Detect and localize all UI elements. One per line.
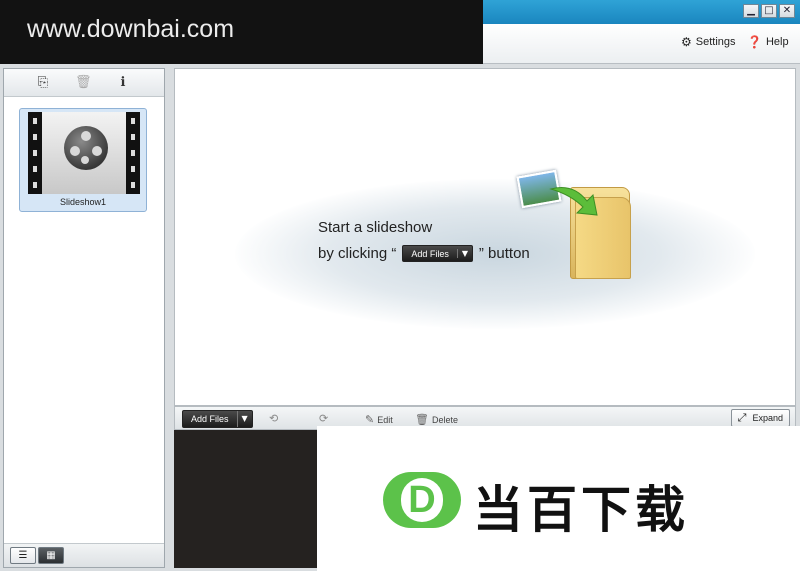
delete-label: Delete	[431, 414, 458, 425]
pencil-icon: ✎	[365, 413, 375, 426]
watermark-logo-panel: D 当百下载	[317, 426, 800, 571]
maximize-button[interactable]: □	[761, 4, 777, 18]
slideshow-item-label: Slideshow1	[59, 197, 107, 207]
hint-line-1: Start a slideshow	[318, 219, 433, 236]
trash-icon[interactable]: 🗑	[75, 75, 92, 91]
list-view-button[interactable]: ☰	[10, 547, 36, 564]
watermark-banner: www.downbai.com	[0, 0, 483, 64]
filestrip-area	[174, 430, 317, 568]
view-toggle-bar: ☰ ▦	[4, 543, 164, 567]
slideshow-item[interactable]: Slideshow1	[19, 108, 147, 212]
add-files-label: Add Files	[191, 414, 229, 424]
info-icon[interactable]: ℹ	[115, 75, 131, 91]
settings-button[interactable]: ⚙ Settings	[681, 35, 736, 49]
rotate-left-icon[interactable]: ⟲	[269, 412, 278, 425]
edit-button[interactable]: ✎ Edit	[365, 413, 393, 426]
hint-add-files-label: Add Files	[411, 248, 449, 259]
slideshow-list-toolbar: ⎘ 🗑 ℹ	[4, 69, 164, 97]
gear-icon: ⚙	[681, 35, 692, 49]
expand-button[interactable]: ⤢ Expand	[730, 409, 790, 427]
expand-label: Expand	[752, 413, 783, 423]
new-slideshow-icon[interactable]: ⎘	[35, 75, 51, 91]
help-button[interactable]: ❓ Help	[747, 35, 789, 49]
rotate-right-icon[interactable]: ⟳	[319, 412, 328, 425]
hint-line-2: by clicking “ Add Files ▼ ” button	[318, 245, 530, 262]
add-files-button[interactable]: Add Files ▼	[182, 410, 253, 428]
add-files-dropdown[interactable]: ▼	[236, 411, 252, 427]
settings-label: Settings	[695, 36, 736, 48]
minimize-button[interactable]: ▁	[743, 4, 759, 18]
hint-prefix: by clicking “	[318, 245, 397, 262]
trash-icon: 🗑	[415, 413, 429, 426]
hint-add-files-button: Add Files ▼	[402, 245, 473, 262]
film-reel-icon	[28, 112, 140, 194]
thumbnail-view-button[interactable]: ▦	[38, 547, 64, 564]
edit-label: Edit	[377, 414, 393, 425]
watermark-text: 当百下载	[473, 481, 689, 539]
add-arrow-icon	[549, 187, 598, 216]
chevron-down-icon: ▼	[456, 249, 472, 258]
slideshow-list-panel: ⎘ 🗑 ℹ Slideshow1 ☰ ▦	[3, 68, 165, 568]
hint-suffix: ” button	[478, 245, 530, 262]
preview-area: Start a slideshow by clicking “ Add File…	[174, 68, 796, 406]
expand-icon: ⤢	[737, 411, 747, 424]
close-button[interactable]: ✕	[779, 4, 795, 18]
help-icon: ❓	[747, 35, 762, 49]
help-label: Help	[765, 36, 789, 48]
watermark-logo: D	[383, 472, 461, 528]
delete-button[interactable]: 🗑 Delete	[415, 413, 458, 426]
watermark-url: www.downbai.com	[27, 15, 235, 43]
watermark-logo-letter: D	[401, 478, 443, 522]
